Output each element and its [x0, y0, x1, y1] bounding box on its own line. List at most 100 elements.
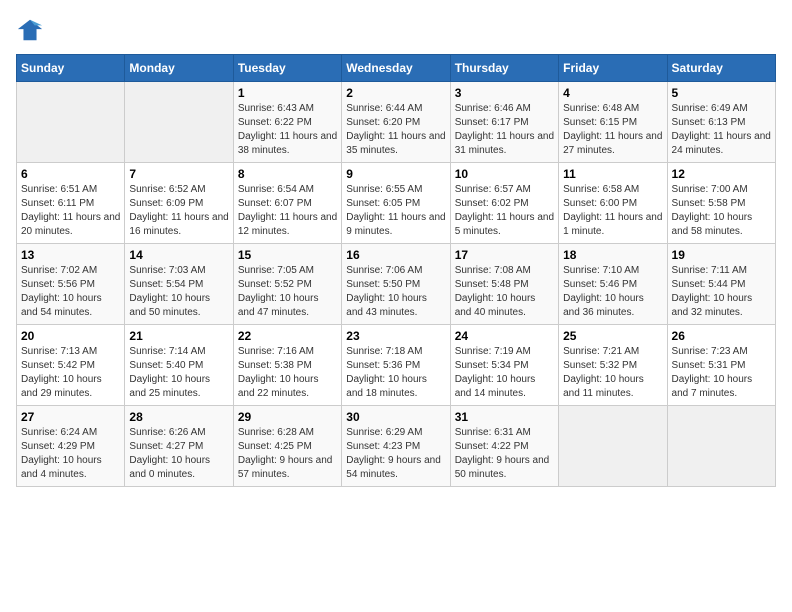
day-info: Sunrise: 6:24 AMSunset: 4:29 PMDaylight:…: [21, 426, 120, 482]
calendar-cell: 29 Sunrise: 6:28 AMSunset: 4:25 PMDayligh…: [233, 406, 341, 487]
day-info: Sunrise: 6:51 AMSunset: 6:11 PMDaylight:…: [21, 183, 120, 239]
day-info: Sunrise: 6:44 AMSunset: 6:20 PMDaylight:…: [346, 102, 445, 158]
day-number: 24: [455, 329, 554, 343]
day-info: Sunrise: 7:11 AMSunset: 5:44 PMDaylight:…: [672, 264, 771, 320]
day-number: 27: [21, 410, 120, 424]
day-info: Sunrise: 7:21 AMSunset: 5:32 PMDaylight:…: [563, 345, 662, 401]
week-row-1: 1 Sunrise: 6:43 AMSunset: 6:22 PMDaylight…: [17, 82, 776, 163]
day-header-wednesday: Wednesday: [342, 55, 450, 82]
calendar-table: SundayMondayTuesdayWednesdayThursdayFrid…: [16, 54, 776, 487]
calendar-cell: 11 Sunrise: 6:58 AMSunset: 6:00 PMDayligh…: [559, 163, 667, 244]
day-header-thursday: Thursday: [450, 55, 558, 82]
day-header-saturday: Saturday: [667, 55, 775, 82]
calendar-cell: 9 Sunrise: 6:55 AMSunset: 6:05 PMDaylight…: [342, 163, 450, 244]
day-number: 15: [238, 248, 337, 262]
day-number: 18: [563, 248, 662, 262]
calendar-cell: 15 Sunrise: 7:05 AMSunset: 5:52 PMDayligh…: [233, 244, 341, 325]
day-header-friday: Friday: [559, 55, 667, 82]
calendar-cell: 16Sunrise: 7:06 AMSunset: 5:50 PMDayligh…: [342, 244, 450, 325]
day-info: Sunrise: 6:58 AMSunset: 6:00 PMDaylight:…: [563, 183, 662, 239]
day-number: 8: [238, 167, 337, 181]
calendar-cell: 28 Sunrise: 6:26 AMSunset: 4:27 PMDayligh…: [125, 406, 233, 487]
day-number: 11: [563, 167, 662, 181]
day-info: Sunrise: 7:18 AMSunset: 5:36 PMDaylight:…: [346, 345, 445, 401]
day-number: 22: [238, 329, 337, 343]
day-info: Sunrise: 6:55 AMSunset: 6:05 PMDaylight:…: [346, 183, 445, 239]
day-info: Sunrise: 6:43 AMSunset: 6:22 PMDaylight:…: [238, 102, 337, 158]
day-number: 23: [346, 329, 445, 343]
day-number: 25: [563, 329, 662, 343]
day-info: Sunrise: 6:26 AMSunset: 4:27 PMDaylight:…: [129, 426, 228, 482]
calendar-cell: 3Sunrise: 6:46 AMSunset: 6:17 PMDaylight…: [450, 82, 558, 163]
day-info: Sunrise: 7:03 AMSunset: 5:54 PMDaylight:…: [129, 264, 228, 320]
day-number: 6: [21, 167, 120, 181]
week-row-5: 27 Sunrise: 6:24 AMSunset: 4:29 PMDayligh…: [17, 406, 776, 487]
day-info: Sunrise: 6:28 AMSunset: 4:25 PMDaylight:…: [238, 426, 337, 482]
day-number: 17: [455, 248, 554, 262]
calendar-cell: 25 Sunrise: 7:21 AMSunset: 5:32 PMDayligh…: [559, 325, 667, 406]
calendar-cell: 10Sunrise: 6:57 AMSunset: 6:02 PMDayligh…: [450, 163, 558, 244]
day-number: 19: [672, 248, 771, 262]
calendar-cell: 17 Sunrise: 7:08 AMSunset: 5:48 PMDayligh…: [450, 244, 558, 325]
day-number: 28: [129, 410, 228, 424]
day-number: 3: [455, 86, 554, 100]
day-number: 2: [346, 86, 445, 100]
calendar-cell: 27 Sunrise: 6:24 AMSunset: 4:29 PMDayligh…: [17, 406, 125, 487]
day-header-sunday: Sunday: [17, 55, 125, 82]
day-info: Sunrise: 7:00 AMSunset: 5:58 PMDaylight:…: [672, 183, 771, 239]
calendar-cell: 2 Sunrise: 6:44 AMSunset: 6:20 PMDaylight…: [342, 82, 450, 163]
day-number: 14: [129, 248, 228, 262]
day-number: 30: [346, 410, 445, 424]
calendar-cell: 19 Sunrise: 7:11 AMSunset: 5:44 PMDayligh…: [667, 244, 775, 325]
week-row-2: 6 Sunrise: 6:51 AMSunset: 6:11 PMDaylight…: [17, 163, 776, 244]
day-number: 12: [672, 167, 771, 181]
day-info: Sunrise: 7:19 AMSunset: 5:34 PMDaylight:…: [455, 345, 554, 401]
day-info: Sunrise: 7:05 AMSunset: 5:52 PMDaylight:…: [238, 264, 337, 320]
calendar-cell: [17, 82, 125, 163]
day-number: 29: [238, 410, 337, 424]
calendar-cell: 7 Sunrise: 6:52 AMSunset: 6:09 PMDaylight…: [125, 163, 233, 244]
day-info: Sunrise: 7:23 AMSunset: 5:31 PMDaylight:…: [672, 345, 771, 401]
calendar-cell: 1 Sunrise: 6:43 AMSunset: 6:22 PMDaylight…: [233, 82, 341, 163]
day-number: 10: [455, 167, 554, 181]
calendar-cell: 26 Sunrise: 7:23 AMSunset: 5:31 PMDayligh…: [667, 325, 775, 406]
day-info: Sunrise: 6:52 AMSunset: 6:09 PMDaylight:…: [129, 183, 228, 239]
day-number: 4: [563, 86, 662, 100]
logo-icon: [16, 16, 44, 44]
week-row-3: 13 Sunrise: 7:02 AMSunset: 5:56 PMDayligh…: [17, 244, 776, 325]
calendar-cell: 30 Sunrise: 6:29 AMSunset: 4:23 PMDayligh…: [342, 406, 450, 487]
day-info: Sunrise: 7:13 AMSunset: 5:42 PMDaylight:…: [21, 345, 120, 401]
calendar-cell: [559, 406, 667, 487]
day-number: 31: [455, 410, 554, 424]
calendar-cell: 18Sunrise: 7:10 AMSunset: 5:46 PMDayligh…: [559, 244, 667, 325]
day-info: Sunrise: 7:08 AMSunset: 5:48 PMDaylight:…: [455, 264, 554, 320]
day-number: 1: [238, 86, 337, 100]
day-info: Sunrise: 7:14 AMSunset: 5:40 PMDaylight:…: [129, 345, 228, 401]
day-number: 7: [129, 167, 228, 181]
day-number: 26: [672, 329, 771, 343]
day-info: Sunrise: 6:31 AMSunset: 4:22 PMDaylight:…: [455, 426, 554, 482]
logo: [16, 16, 48, 44]
day-info: Sunrise: 7:02 AMSunset: 5:56 PMDaylight:…: [21, 264, 120, 320]
day-info: Sunrise: 7:16 AMSunset: 5:38 PMDaylight:…: [238, 345, 337, 401]
day-header-monday: Monday: [125, 55, 233, 82]
calendar-cell: 4Sunrise: 6:48 AMSunset: 6:15 PMDaylight…: [559, 82, 667, 163]
calendar-cell: 14 Sunrise: 7:03 AMSunset: 5:54 PMDayligh…: [125, 244, 233, 325]
day-number: 9: [346, 167, 445, 181]
calendar-cell: 31 Sunrise: 6:31 AMSunset: 4:22 PMDayligh…: [450, 406, 558, 487]
day-number: 5: [672, 86, 771, 100]
page-header: [16, 16, 776, 44]
calendar-cell: 23 Sunrise: 7:18 AMSunset: 5:36 PMDayligh…: [342, 325, 450, 406]
calendar-cell: 22 Sunrise: 7:16 AMSunset: 5:38 PMDayligh…: [233, 325, 341, 406]
calendar-cell: [667, 406, 775, 487]
day-info: Sunrise: 6:29 AMSunset: 4:23 PMDaylight:…: [346, 426, 445, 482]
day-info: Sunrise: 6:54 AMSunset: 6:07 PMDaylight:…: [238, 183, 337, 239]
calendar-cell: 5Sunrise: 6:49 AMSunset: 6:13 PMDaylight…: [667, 82, 775, 163]
calendar-cell: 20Sunrise: 7:13 AMSunset: 5:42 PMDayligh…: [17, 325, 125, 406]
calendar-cell: 8 Sunrise: 6:54 AMSunset: 6:07 PMDaylight…: [233, 163, 341, 244]
calendar-cell: 13 Sunrise: 7:02 AMSunset: 5:56 PMDayligh…: [17, 244, 125, 325]
day-number: 16: [346, 248, 445, 262]
week-row-4: 20Sunrise: 7:13 AMSunset: 5:42 PMDayligh…: [17, 325, 776, 406]
day-number: 13: [21, 248, 120, 262]
calendar-cell: 6 Sunrise: 6:51 AMSunset: 6:11 PMDaylight…: [17, 163, 125, 244]
